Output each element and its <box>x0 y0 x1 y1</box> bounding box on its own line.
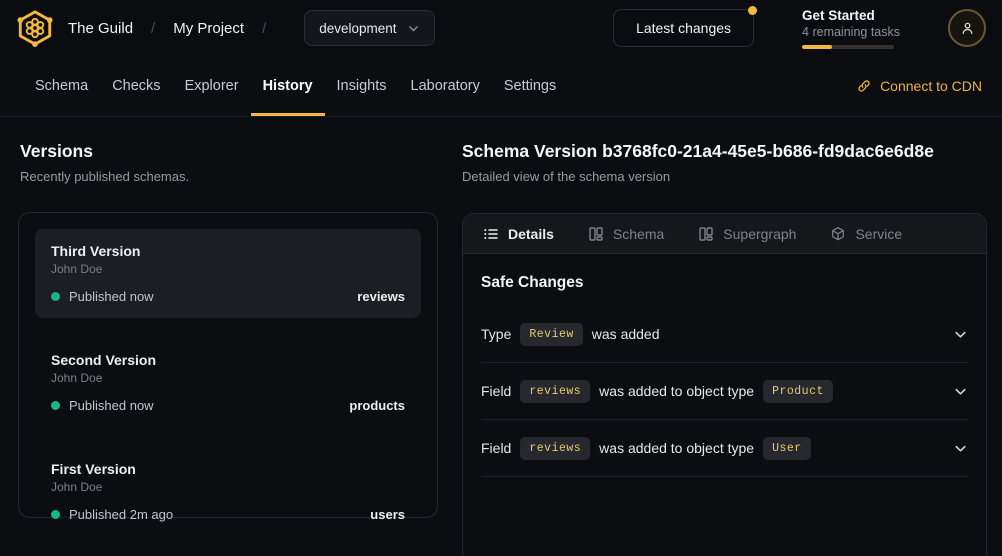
safe-changes-heading: Safe Changes <box>481 274 968 292</box>
tab-label: Schema <box>35 78 88 94</box>
chevron-down-icon[interactable] <box>953 327 968 342</box>
published-dot-icon <box>51 401 60 410</box>
tab-history[interactable]: History <box>251 56 325 116</box>
tab-label: Schema <box>613 226 664 242</box>
tab-label: Settings <box>504 78 556 94</box>
tab-schema-view[interactable]: Schema <box>588 226 664 242</box>
version-status: Published now <box>69 289 154 304</box>
change-code-badge: reviews <box>520 380 590 403</box>
tab-schema[interactable]: Schema <box>23 56 100 116</box>
change-text: was added <box>592 326 660 342</box>
tab-label: Supergraph <box>723 226 796 242</box>
version-card[interactable]: Third Version John Doe Published now rev… <box>35 229 421 318</box>
detail-content: Safe Changes Type Review was added Field… <box>463 254 986 477</box>
chevron-down-icon[interactable] <box>953 441 968 456</box>
version-status: Published 2m ago <box>69 507 173 522</box>
connect-to-cdn-label: Connect to CDN <box>880 78 982 94</box>
versions-subtitle: Recently published schemas. <box>20 169 189 184</box>
hive-logo-icon[interactable] <box>16 9 54 47</box>
change-row[interactable]: Field reviews was added to object type U… <box>481 420 968 477</box>
versions-panel: Third Version John Doe Published now rev… <box>18 212 438 518</box>
breadcrumb-project[interactable]: My Project <box>173 20 244 37</box>
schema-version-subtitle: Detailed view of the schema version <box>462 169 934 184</box>
breadcrumb-org[interactable]: The Guild <box>68 20 133 37</box>
version-author: John Doe <box>51 262 405 276</box>
schema-version-title: Schema Version b3768fc0-21a4-45e5-b686-f… <box>462 141 934 162</box>
version-service-badge: reviews <box>357 289 405 304</box>
tab-supergraph[interactable]: Supergraph <box>698 226 796 242</box>
version-author: John Doe <box>51 480 405 494</box>
change-code-badge: Review <box>520 323 582 346</box>
tab-explorer[interactable]: Explorer <box>173 56 251 116</box>
list-icon <box>483 226 499 242</box>
version-service-badge: products <box>349 398 405 413</box>
tab-label: Service <box>855 226 902 242</box>
chevron-down-icon[interactable] <box>953 384 968 399</box>
tab-label: Checks <box>112 78 160 94</box>
tab-settings[interactable]: Settings <box>492 56 568 116</box>
schema-version-header: Schema Version b3768fc0-21a4-45e5-b686-f… <box>462 141 934 184</box>
change-prefix: Field <box>481 383 511 399</box>
tab-laboratory[interactable]: Laboratory <box>399 56 492 116</box>
version-card[interactable]: Second Version John Doe Published now pr… <box>35 338 421 427</box>
version-status: Published now <box>69 398 154 413</box>
tab-service[interactable]: Service <box>830 226 902 242</box>
version-author: John Doe <box>51 371 405 385</box>
chevron-down-icon <box>407 22 420 35</box>
tab-label: Laboratory <box>411 78 480 94</box>
version-name: Second Version <box>51 352 405 368</box>
notification-dot <box>748 6 757 15</box>
version-card[interactable]: First Version John Doe Published 2m ago … <box>35 447 421 536</box>
change-prefix: Type <box>481 326 511 342</box>
breadcrumb-separator: / <box>151 20 155 37</box>
panels-icon <box>698 226 714 242</box>
tab-label: Explorer <box>185 78 239 94</box>
tab-label: Insights <box>337 78 387 94</box>
latest-changes-label: Latest changes <box>636 20 731 36</box>
version-name: Third Version <box>51 243 405 259</box>
change-code-badge: Product <box>763 380 833 403</box>
breadcrumb-separator: / <box>262 20 266 37</box>
tab-label: History <box>263 78 313 94</box>
get-started-title: Get Started <box>802 7 900 24</box>
user-avatar-button[interactable] <box>948 9 986 47</box>
connect-to-cdn-link[interactable]: Connect to CDN <box>856 56 982 116</box>
tab-details[interactable]: Details <box>483 226 554 242</box>
box-icon <box>830 226 846 242</box>
version-service-badge: users <box>370 507 405 522</box>
detail-tab-bar: Details Schema Supergraph <box>463 214 986 254</box>
person-icon <box>959 20 976 37</box>
get-started-progress-bar <box>802 45 894 49</box>
panels-icon <box>588 226 604 242</box>
change-row[interactable]: Field reviews was added to object type P… <box>481 363 968 420</box>
change-prefix: Field <box>481 440 511 456</box>
get-started-subtitle: 4 remaining tasks <box>802 24 900 40</box>
version-name: First Version <box>51 461 405 477</box>
latest-changes-button[interactable]: Latest changes <box>613 9 754 47</box>
tab-insights[interactable]: Insights <box>325 56 399 116</box>
link-icon <box>856 78 872 94</box>
change-code-badge: User <box>763 437 811 460</box>
versions-title: Versions <box>20 141 189 162</box>
get-started-progress-fill <box>802 45 832 49</box>
target-selector-value: development <box>319 21 396 36</box>
target-selector[interactable]: development <box>304 10 434 46</box>
published-dot-icon <box>51 510 60 519</box>
change-row[interactable]: Type Review was added <box>481 306 968 363</box>
schema-version-panel: Details Schema Supergraph <box>462 213 987 556</box>
versions-header: Versions Recently published schemas. <box>20 141 189 184</box>
tab-label: Details <box>508 226 554 242</box>
change-text: was added to object type <box>599 383 754 399</box>
tab-checks[interactable]: Checks <box>100 56 172 116</box>
get-started-widget[interactable]: Get Started 4 remaining tasks <box>802 7 900 49</box>
change-code-badge: reviews <box>520 437 590 460</box>
app-header: The Guild / My Project / development Lat… <box>0 0 1002 56</box>
change-text: was added to object type <box>599 440 754 456</box>
project-nav: Schema Checks Explorer History Insights … <box>0 56 1002 117</box>
published-dot-icon <box>51 292 60 301</box>
